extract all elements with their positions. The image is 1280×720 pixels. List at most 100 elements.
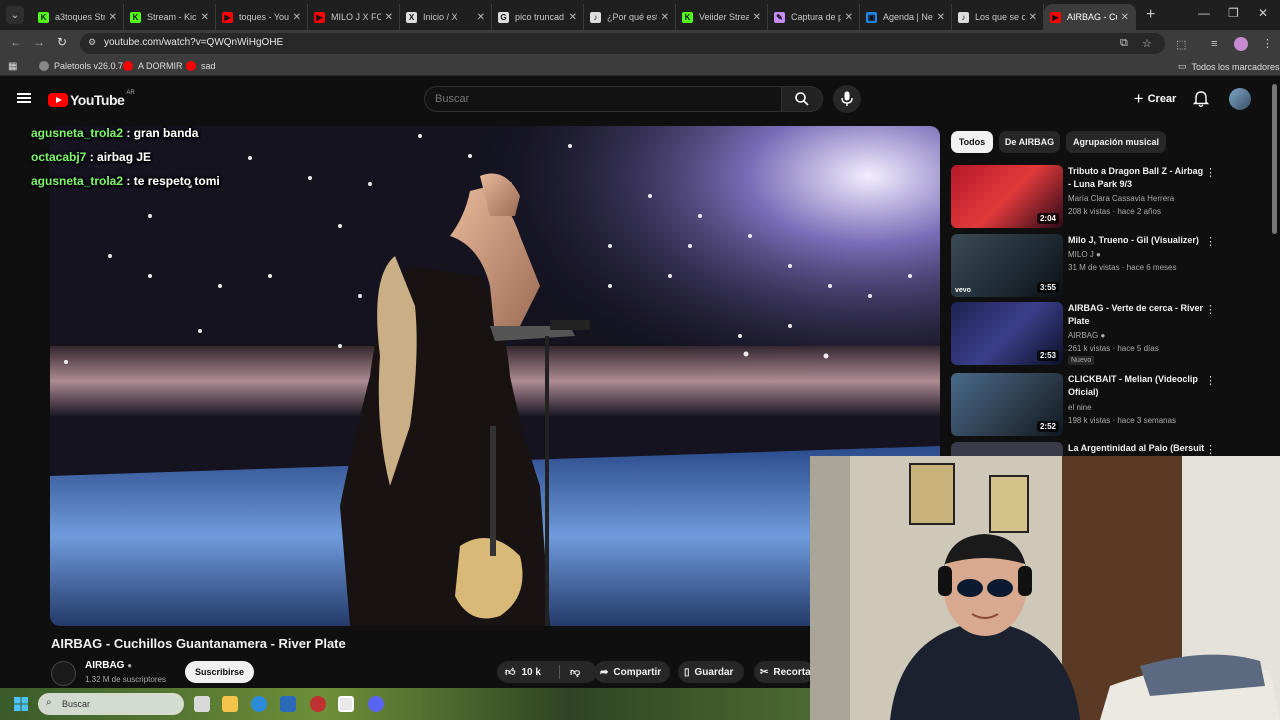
file-explorer-icon[interactable] [222, 696, 238, 712]
browser-tab[interactable]: ♪ ¿Por qué est ✕ [584, 4, 676, 30]
app-icon[interactable] [310, 696, 326, 712]
tab-close-icon[interactable]: ✕ [201, 12, 209, 23]
bookmark-item[interactable]: sad [186, 61, 216, 71]
minimize-icon[interactable]: — [1198, 6, 1210, 20]
recommendation-item[interactable]: La Argentinidad al Palo (Bersuit ⋮ [951, 442, 1226, 456]
media-controls-icon[interactable]: ≡ [1211, 38, 1217, 50]
user-avatar[interactable] [1229, 88, 1251, 110]
chrome-icon[interactable] [338, 696, 354, 712]
maximize-icon[interactable]: ❐ [1228, 6, 1239, 20]
browser-tab[interactable]: X Inicio / X ✕ [400, 4, 492, 30]
recommendation-item[interactable]: vevo 3:55 Milo J, Trueno - Gil (Visualiz… [951, 234, 1226, 298]
browser-tab[interactable]: Ka3toques Str ✕ [32, 4, 124, 30]
share-button[interactable]: ➦ Compartir [594, 661, 670, 683]
tab-close-icon[interactable]: ✕ [385, 12, 393, 23]
extensions-icon[interactable]: ⬚ [1176, 38, 1186, 51]
bookmark-item[interactable]: A DORMIR [123, 61, 183, 71]
notifications-bell-icon[interactable] [1192, 90, 1210, 108]
subscribe-button[interactable]: Suscribirse [185, 661, 254, 683]
video-player[interactable]: agusneta_trola2 : gran banda octacabj7 :… [50, 126, 940, 626]
search-button[interactable] [781, 86, 823, 112]
video-thumbnail[interactable]: 2:53 [951, 302, 1063, 365]
tab-search-button[interactable]: ⌄ [6, 6, 24, 24]
cast-icon[interactable]: ⧉ [1120, 37, 1128, 50]
browser-tab[interactable]: ▶ MILO J X FOT ✕ [308, 4, 400, 30]
browser-tab[interactable]: ▶ AIRBAG - Cu ✕ [1044, 4, 1136, 30]
tab-close-icon[interactable]: ✕ [1121, 12, 1129, 23]
recommendation-item[interactable]: 2:52 CLICKBAIT - Melian (Videoclip Ofici… [951, 373, 1226, 437]
browser-tab[interactable]: ✎ Captura de p ✕ [768, 4, 860, 30]
browser-tab[interactable]: ▣ Agenda | Ne ✕ [860, 4, 952, 30]
channel-name[interactable]: AIRBAG ● [85, 660, 132, 671]
recommendation-channel[interactable]: María Clara Cassavia Herrera [1068, 194, 1174, 203]
browser-menu-icon[interactable]: ⋮ [1262, 37, 1273, 50]
recommendation-channel[interactable]: el nine [1068, 403, 1092, 412]
bookmark-item[interactable]: Paletools v26.0.7 [39, 61, 123, 71]
search-input[interactable] [424, 86, 782, 112]
more-options-icon[interactable]: ⋮ [1205, 303, 1216, 316]
tab-close-icon[interactable]: ✕ [477, 12, 485, 23]
dislike-button[interactable]: 👎︎ [560, 666, 580, 678]
chip-musical-group[interactable]: Agrupación musical [1066, 131, 1166, 153]
more-options-icon[interactable]: ⋮ [1205, 443, 1216, 456]
menu-icon[interactable] [17, 93, 31, 103]
save-button[interactable]: ▯ Guardar [678, 661, 744, 683]
all-bookmarks-button[interactable]: ▭ Todos los marcadores [1178, 61, 1280, 72]
browser-tab[interactable]: K Veiider Strea ✕ [676, 4, 768, 30]
more-options-icon[interactable]: ⋮ [1205, 166, 1216, 179]
recommendation-item[interactable]: 2:04 Tributo a Dragon Ball Z - Airbag - … [951, 165, 1226, 229]
windows-start-icon[interactable] [14, 697, 28, 711]
voice-search-button[interactable] [833, 85, 861, 113]
task-view-icon[interactable] [194, 696, 210, 712]
site-info-icon[interactable]: ⚙ [88, 37, 96, 48]
apps-grid-icon[interactable]: ▦ [8, 61, 17, 72]
browser-tab[interactable]: K Stream - Kick ✕ [124, 4, 216, 30]
discord-icon[interactable] [368, 696, 384, 712]
chip-from-airbag[interactable]: De AIRBAG [999, 131, 1060, 153]
url-field[interactable]: ⚙ youtube.com/watch?v=QWQnWiHgOHE ⧉ ☆ [80, 33, 1165, 54]
tab-close-icon[interactable]: ✕ [1029, 12, 1037, 23]
browser-tab[interactable]: Gpico truncad ✕ [492, 4, 584, 30]
page-scrollbar[interactable] [1272, 84, 1277, 234]
create-button[interactable]: + Crear [1124, 86, 1186, 112]
back-icon[interactable]: ← [10, 35, 22, 49]
tab-close-icon[interactable]: ✕ [753, 12, 761, 23]
tab-close-icon[interactable]: ✕ [569, 12, 577, 23]
tab-close-icon[interactable]: ✕ [937, 12, 945, 23]
browser-tab[interactable]: ▶ toques - You ✕ [216, 4, 308, 30]
video-thumbnail[interactable]: 2:52 [951, 373, 1063, 436]
recommendation-channel[interactable]: MILO J ● [1068, 250, 1101, 259]
video-thumbnail[interactable] [951, 442, 1063, 456]
store-icon[interactable] [280, 696, 296, 712]
browser-tab[interactable]: ♪ Los que se o ✕ [952, 4, 1044, 30]
forward-icon[interactable]: → [33, 35, 45, 49]
close-window-icon[interactable]: ✕ [1258, 6, 1268, 20]
tab-close-icon[interactable]: ✕ [661, 12, 669, 23]
recommendation-title[interactable]: CLICKBAIT - Melian (Videoclip Oficial) [1068, 373, 1208, 399]
tab-close-icon[interactable]: ✕ [293, 12, 301, 23]
channel-avatar[interactable] [51, 661, 76, 686]
video-thumbnail[interactable]: vevo 3:55 [951, 234, 1063, 297]
youtube-logo[interactable]: YouTube AR [48, 90, 135, 108]
recommendation-title[interactable]: AIRBAG - Verte de cerca - River Plate [1068, 302, 1208, 328]
profile-icon[interactable] [1234, 37, 1248, 51]
edge-icon[interactable] [251, 696, 267, 712]
recommendation-title[interactable]: Tributo a Dragon Ball Z - Airbag - Luna … [1068, 165, 1208, 191]
recommendation-channel[interactable]: AIRBAG ● [1068, 331, 1105, 340]
recommendation-title[interactable]: Milo J, Trueno - Gil (Visualizer) [1068, 234, 1208, 247]
clip-button[interactable]: ✂ Recorta [754, 661, 814, 683]
more-options-icon[interactable]: ⋮ [1205, 235, 1216, 248]
like-button[interactable]: 👍︎ 10 k [497, 666, 559, 679]
tab-close-icon[interactable]: ✕ [845, 12, 853, 23]
taskbar-search[interactable]: ⌕ Buscar [38, 693, 184, 715]
bookmark-star-icon[interactable]: ☆ [1142, 37, 1152, 50]
new-tab-button[interactable]: + [1146, 6, 1155, 24]
chip-all[interactable]: Todos [951, 131, 993, 153]
more-options-icon[interactable]: ⋮ [1205, 374, 1216, 387]
video-thumbnail[interactable]: 2:04 [951, 165, 1063, 228]
microphone-icon [841, 91, 853, 106]
tab-close-icon[interactable]: ✕ [109, 12, 117, 23]
recommendation-item[interactable]: 2:53 AIRBAG - Verte de cerca - River Pla… [951, 302, 1226, 366]
reload-icon[interactable]: ↻ [57, 35, 67, 49]
recommendation-title[interactable]: La Argentinidad al Palo (Bersuit [1068, 442, 1208, 455]
